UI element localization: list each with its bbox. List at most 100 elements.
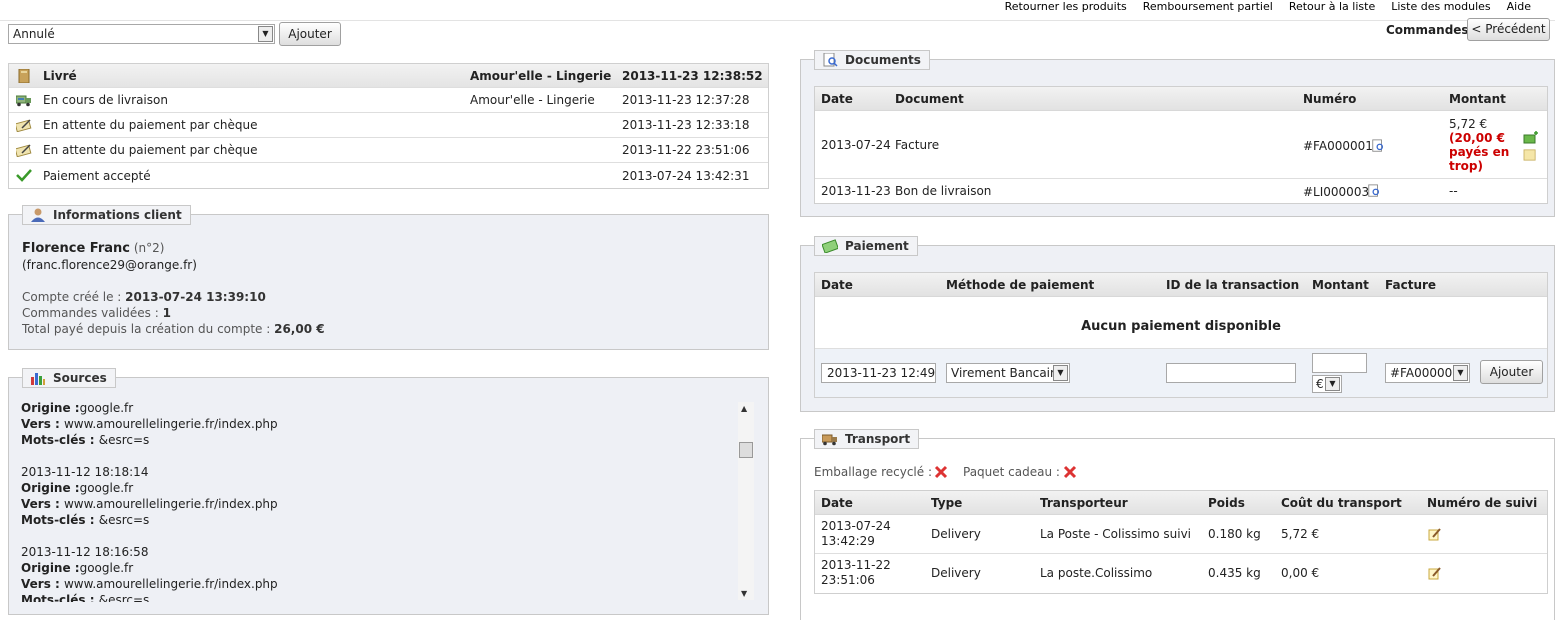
document-search-icon (823, 53, 838, 67)
list-item: 2013-11-12 18:16:58 Origine :google.fr V… (21, 545, 278, 602)
check-icon (16, 169, 32, 182)
payment-date-input[interactable]: 2013-11-23 12:49:0 (821, 363, 936, 383)
table-row: En attente du paiement par chèque 2013-1… (9, 138, 768, 163)
payment-form-row: 2013-11-23 12:49:0 Virement Bancaire ▼ €… (815, 349, 1547, 397)
add-status-button[interactable]: Ajouter (279, 22, 341, 46)
table-row: Paiement accepté 2013-07-24 13:42:31 (9, 163, 768, 188)
validated-orders: Commandes validées : 1 (22, 306, 171, 320)
scroll-up-icon[interactable]: ▲ (741, 404, 747, 413)
delivered-icon (18, 69, 30, 83)
add-money-icon[interactable] (1523, 131, 1539, 145)
gift-wrapping: Paquet cadeau : (963, 465, 1060, 479)
payment-amount-input[interactable] (1312, 353, 1367, 373)
status-history-table: Livré Amour'elle - Lingerie 2013-11-23 1… (8, 63, 769, 189)
list-item: 2013-11-12 18:18:14 Origine :google.fr V… (21, 465, 278, 527)
table-row: 2013-11-22 23:51:06 Delivery La poste.Co… (815, 554, 1547, 593)
cheque-icon (16, 144, 32, 157)
delivery-slip-link[interactable]: #LI000003 (1303, 185, 1369, 199)
client-name: Florence Franc (22, 241, 130, 256)
edit-tracking-icon[interactable] (1428, 527, 1442, 541)
user-icon (31, 208, 45, 222)
client-number: (n°2) (133, 241, 165, 255)
payment-legend: Paiement (814, 236, 918, 256)
transport-panel: Transport Emballage recyclé : Paquet cad… (800, 429, 1555, 620)
table-row: 2013-11-23 Bon de livraison #LI000003 -- (821, 184, 1458, 199)
partial-refund-link[interactable]: Remboursement partiel (1135, 0, 1281, 14)
history-date: 2013-11-23 12:37:28 (622, 93, 750, 107)
orders-nav-label: Commandes : (1386, 23, 1478, 37)
client-identity: Florence Franc (n°2) (22, 241, 164, 256)
table-row: En attente du paiement par chèque 2013-1… (9, 113, 768, 138)
top-toolbar: Retourner les produits Remboursement par… (0, 0, 1555, 21)
order-status-value: Annulé (13, 27, 55, 41)
modules-list-link[interactable]: Liste des modules (1383, 0, 1498, 14)
chevron-down-icon: ▼ (1325, 377, 1340, 391)
help-link[interactable]: Aide (1499, 0, 1539, 14)
history-status: Livré (43, 68, 77, 83)
chevron-down-icon: ▼ (258, 26, 273, 42)
recycled-packaging: Emballage recyclé : (814, 465, 933, 479)
sources-scrollbar[interactable]: ▲ ▼ (738, 402, 754, 600)
payment-method-select[interactable]: Virement Bancaire ▼ (946, 363, 1070, 383)
truck-icon (16, 95, 31, 107)
view-document-icon[interactable] (1371, 139, 1385, 153)
history-status: En attente du paiement par chèque (43, 143, 258, 157)
back-to-list-link[interactable]: Retour à la liste (1281, 0, 1383, 14)
payment-header: Date Méthode de paiement ID de la transa… (815, 273, 1547, 297)
sources-panel: Sources Origine :google.fr Vers : www.am… (8, 368, 769, 615)
history-date: 2013-11-23 12:38:52 (622, 68, 763, 83)
table-row: 2013-07-24 Facture #FA000001 5,72 € (20,… (815, 111, 1547, 179)
toolbar-links: Retourner les produits Remboursement par… (997, 0, 1539, 14)
transport-header: Date Type Transporteur Poids Coût du tra… (815, 491, 1547, 515)
total-paid: Total payé depuis la création du compte … (22, 322, 325, 336)
invoice-number-link[interactable]: #FA000001 (1303, 139, 1373, 153)
edit-tracking-icon[interactable] (1428, 566, 1442, 580)
history-employee: Amour'elle - Lingerie (470, 93, 595, 107)
invoice-select[interactable]: #FA000001 ▼ (1385, 363, 1470, 383)
table-row: 2013-07-24 13:42:29 Delivery La Poste - … (815, 515, 1547, 554)
sources-legend: Sources (22, 368, 116, 388)
history-date: 2013-07-24 13:42:31 (622, 168, 750, 183)
add-payment-button[interactable]: Ajouter (1480, 360, 1543, 384)
client-info-panel: Informations client Florence Franc (n°2)… (8, 205, 769, 350)
documents-header: Date Document Numéro Montant (815, 87, 1547, 111)
order-status-select[interactable]: Annulé ▼ (8, 24, 275, 44)
payment-table: Date Méthode de paiement ID de la transa… (814, 272, 1548, 398)
scrollbar-thumb[interactable] (739, 442, 753, 458)
account-created: Compte créé le : 2013-07-24 13:39:10 (22, 290, 266, 304)
history-status: Paiement accepté (43, 168, 151, 183)
no-payment-message: Aucun paiement disponible (1081, 319, 1281, 334)
documents-table: Date Document Numéro Montant 2013-07-24 … (814, 86, 1548, 204)
table-row: Aucun paiement disponible (815, 297, 1547, 349)
cross-icon (1063, 465, 1077, 479)
return-products-link[interactable]: Retourner les produits (997, 0, 1135, 14)
chevron-down-icon: ▼ (1453, 365, 1468, 381)
history-status: En attente du paiement par chèque (43, 118, 258, 132)
currency-select[interactable]: € ▼ (1312, 375, 1342, 393)
documents-legend: Documents (814, 50, 930, 70)
chevron-down-icon: ▼ (1053, 365, 1068, 381)
history-status: En cours de livraison (43, 93, 168, 107)
payment-panel: Paiement Date Méthode de paiement ID de … (800, 236, 1555, 412)
cheque-icon (16, 119, 32, 132)
scroll-down-icon[interactable]: ▼ (741, 589, 747, 598)
view-document-icon[interactable] (1367, 184, 1381, 198)
bar-chart-icon (31, 373, 45, 385)
table-row: En cours de livraison Amour'elle - Linge… (9, 88, 768, 113)
list-item: Origine :google.fr Vers : www.amourellel… (21, 401, 278, 447)
transport-legend: Transport (814, 429, 920, 449)
client-email: (franc.florence29@orange.fr) (22, 258, 197, 272)
banknote-icon (822, 239, 838, 253)
history-date: 2013-11-23 12:33:18 (622, 118, 750, 132)
table-row: Livré Amour'elle - Lingerie 2013-11-23 1… (9, 64, 768, 88)
history-date: 2013-11-22 23:51:06 (622, 143, 750, 157)
transport-table: Date Type Transporteur Poids Coût du tra… (814, 490, 1548, 594)
documents-panel: Documents Date Document Numéro Montant 2… (800, 50, 1555, 217)
transaction-id-input[interactable] (1166, 363, 1296, 383)
note-icon[interactable] (1523, 149, 1537, 161)
truck-icon (822, 434, 837, 446)
previous-order-button[interactable]: < Précédent (1467, 18, 1550, 41)
history-employee: Amour'elle - Lingerie (470, 68, 612, 83)
client-info-legend: Informations client (22, 205, 191, 225)
sources-list[interactable]: Origine :google.fr Vers : www.amourellel… (21, 400, 763, 602)
